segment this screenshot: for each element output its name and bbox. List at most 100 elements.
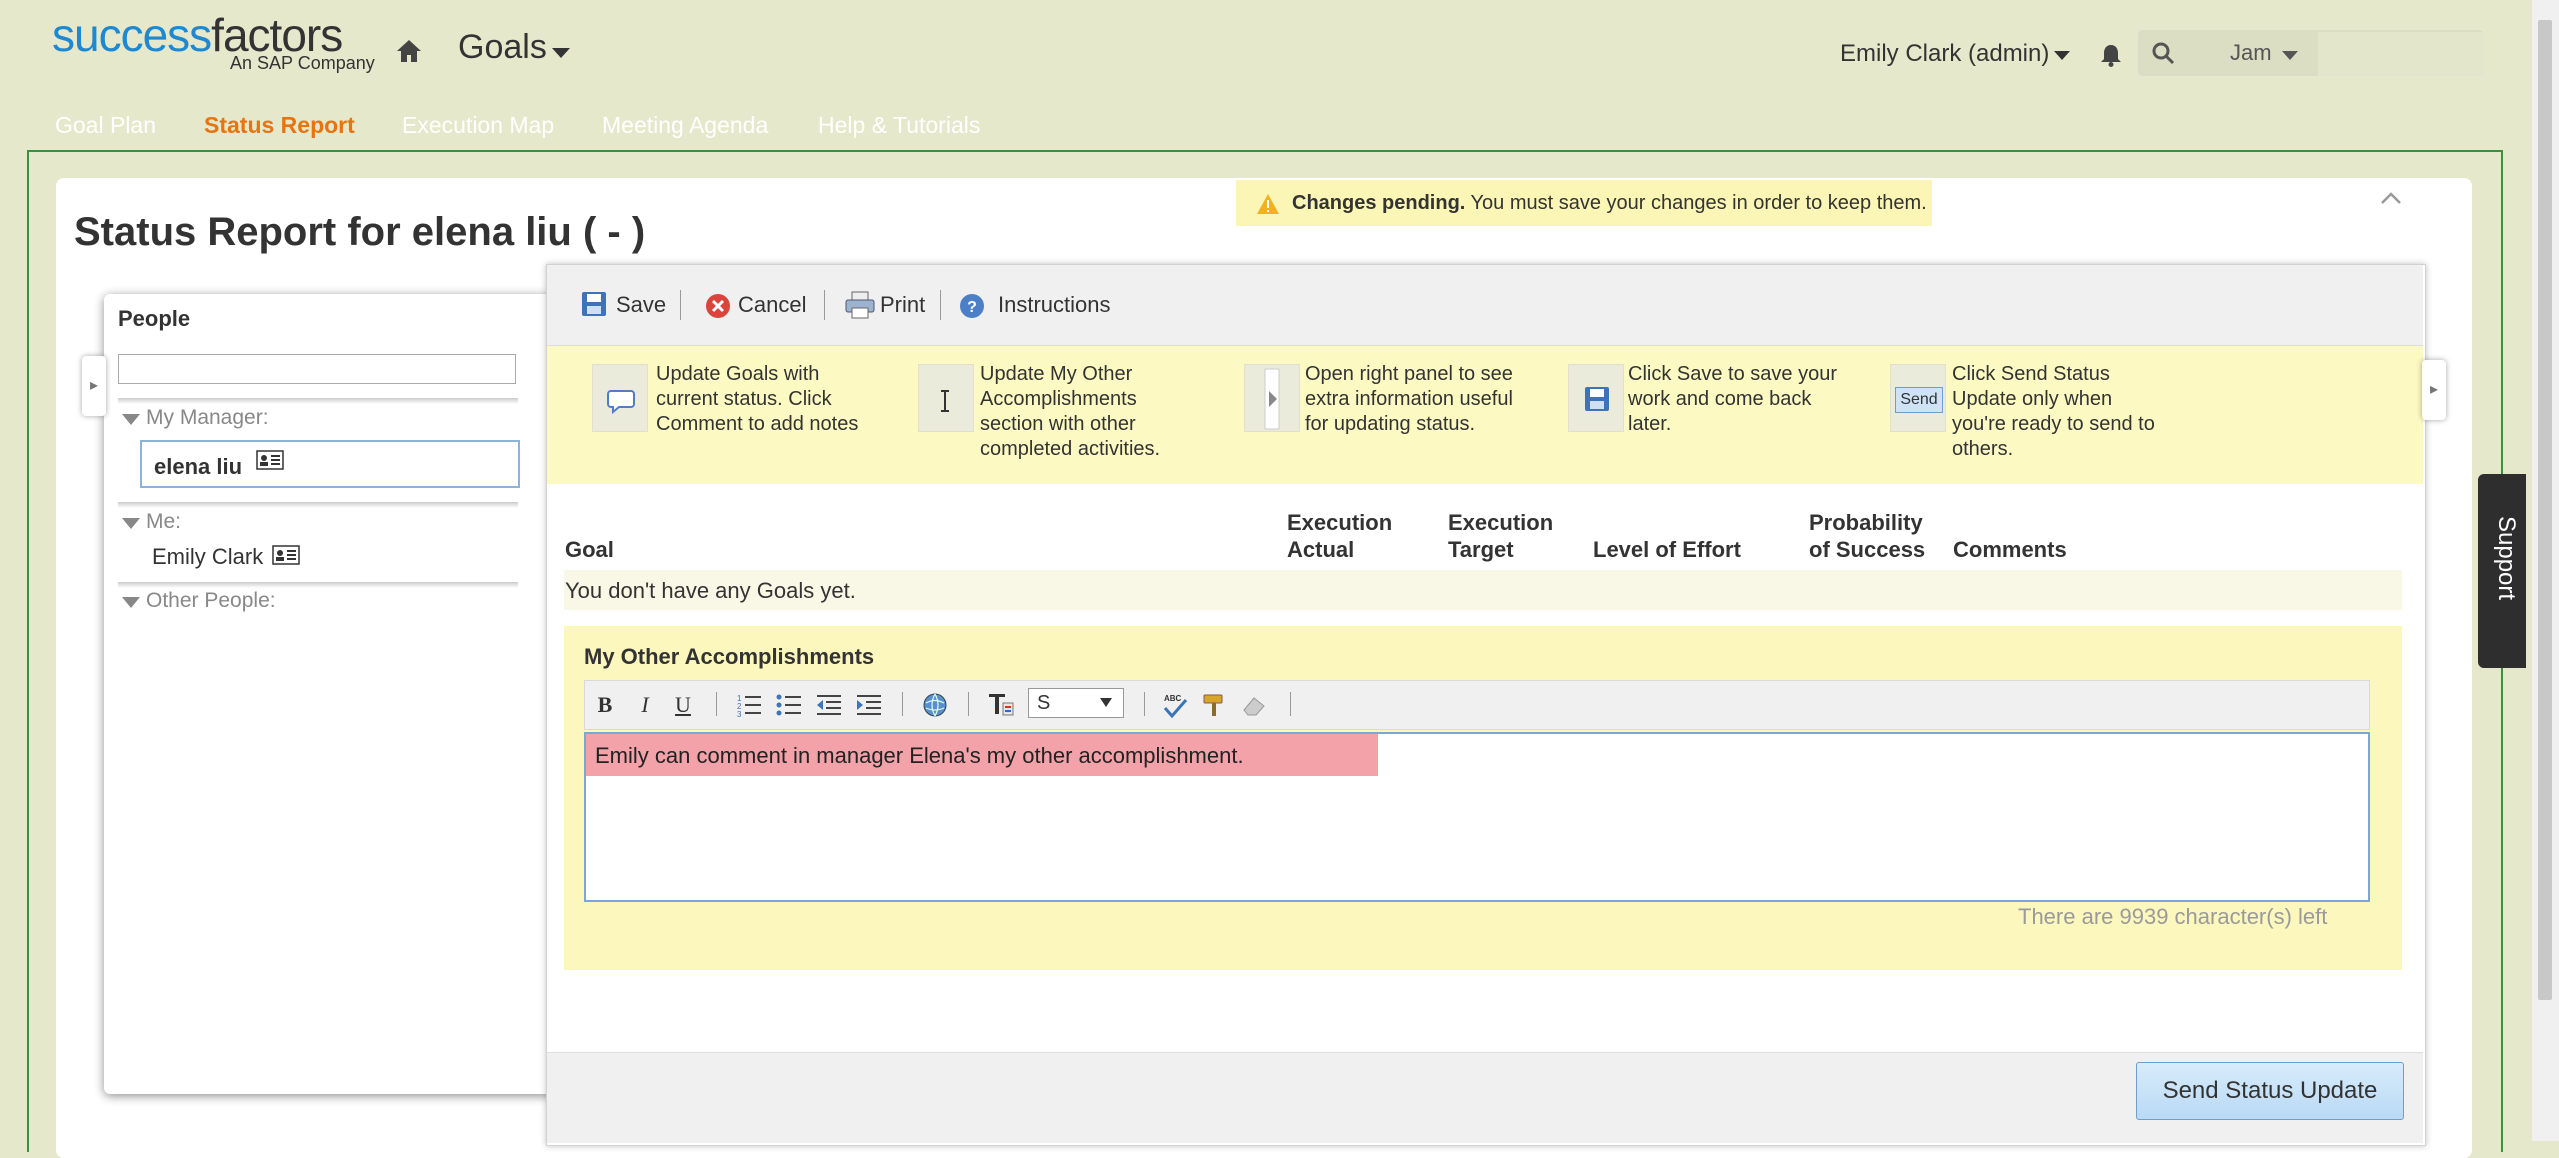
left-panel-toggle[interactable]: ▸ <box>82 356 106 416</box>
cancel-icon[interactable] <box>704 292 732 320</box>
column-probability-of-success: Probability of Success <box>1809 509 1925 563</box>
right-panel-toggle[interactable]: ▸ <box>2422 360 2446 420</box>
help-icon[interactable]: ? <box>958 292 986 320</box>
column-goal: Goal <box>565 537 614 562</box>
home-icon[interactable] <box>394 36 424 66</box>
profile-card-icon[interactable] <box>272 545 300 565</box>
send-status-update-button[interactable]: Send Status Update <box>2136 1062 2404 1120</box>
chevron-up-icon[interactable] <box>2378 188 2404 208</box>
search-icon[interactable] <box>2150 40 2176 66</box>
instruction-icon-box <box>1244 364 1300 432</box>
instruction-icon-box <box>592 364 648 432</box>
italic-button[interactable]: I <box>630 690 660 720</box>
people-search-input[interactable] <box>118 354 516 384</box>
instruction-icon-box <box>1568 364 1624 432</box>
search-input[interactable] <box>2318 32 2484 76</box>
divider <box>118 582 518 588</box>
editor-divider <box>716 692 717 716</box>
instruction-icon-box: Send <box>1890 364 1946 432</box>
right-panel-icon <box>1264 368 1280 430</box>
editor-divider <box>968 692 969 716</box>
rich-text-toolbar <box>584 680 2370 730</box>
goals-empty-message: You don't have any Goals yet. <box>565 578 856 603</box>
underline-button[interactable]: U <box>668 690 698 720</box>
page-title: Status Report for elena liu ( - ) <box>74 210 646 254</box>
scrollbar-thumb[interactable] <box>2538 20 2552 1000</box>
divider <box>118 398 518 404</box>
report-toolbar <box>547 265 2423 346</box>
group-me[interactable]: Me: <box>146 510 181 534</box>
editor-divider <box>1290 692 1291 716</box>
instruction-text: Click Save to save your work and come ba… <box>1628 363 1837 435</box>
user-menu[interactable]: Emily Clark (admin) <box>1840 40 2049 68</box>
profile-card-icon[interactable] <box>256 450 284 470</box>
column-execution-target-line1: Execution <box>1448 510 1554 535</box>
bold-button[interactable]: B <box>590 690 620 720</box>
format-painter-icon[interactable] <box>1200 690 1230 720</box>
editor-divider <box>1144 692 1145 716</box>
outdent-icon[interactable] <box>814 690 844 720</box>
chevron-down-icon[interactable] <box>2054 51 2070 60</box>
chevron-down-icon[interactable] <box>2282 51 2298 60</box>
save-button[interactable]: Save <box>616 292 666 318</box>
instruction-text: Click Send Status Update only when you'r… <box>1952 363 2155 460</box>
triangle-down-icon[interactable] <box>122 414 140 425</box>
group-other-people[interactable]: Other People: <box>146 589 276 613</box>
eraser-icon[interactable] <box>1238 690 1268 720</box>
chevron-right-icon: ▸ <box>2429 381 2439 398</box>
comment-icon <box>607 390 635 415</box>
column-execution-target-line2: Target <box>1448 537 1514 562</box>
bell-icon[interactable] <box>2098 42 2124 68</box>
chevron-down-icon[interactable] <box>552 48 570 58</box>
toolbar-divider <box>824 290 825 320</box>
print-button[interactable]: Print <box>880 292 925 318</box>
support-label: Support <box>2493 516 2520 601</box>
numbered-list-icon[interactable]: 1 2 3 <box>734 690 764 720</box>
support-tab[interactable]: Support <box>2478 474 2526 668</box>
svg-text:?: ? <box>967 299 977 316</box>
triangle-down-icon[interactable] <box>122 518 140 529</box>
app-title-goals[interactable]: Goals <box>458 28 547 67</box>
save-icon[interactable] <box>580 290 608 318</box>
divider <box>118 502 518 508</box>
text-cursor-icon <box>941 390 949 412</box>
person-name-elena[interactable]: elena liu <box>154 454 242 480</box>
person-name-emily[interactable]: Emily Clark <box>152 544 263 570</box>
group-my-manager[interactable]: My Manager: <box>146 406 269 430</box>
instruction-icon-box <box>918 364 974 432</box>
triangle-down-icon[interactable] <box>122 597 140 608</box>
column-comments: Comments <box>1953 537 2067 562</box>
column-execution-actual: Execution Actual <box>1287 509 1392 563</box>
tab-meeting-agenda[interactable]: Meeting Agenda <box>602 112 768 139</box>
tab-help-tutorials[interactable]: Help & Tutorials <box>818 112 980 139</box>
accomplishments-title: My Other Accomplishments <box>584 644 875 669</box>
column-execution-actual-line2: Actual <box>1287 537 1355 562</box>
people-title: People <box>118 306 191 331</box>
pending-bold: Changes pending. <box>1292 192 1466 214</box>
chevron-down-icon[interactable] <box>1100 698 1112 707</box>
column-execution-target: Execution Target <box>1448 509 1553 563</box>
bullet-list-icon[interactable] <box>774 690 804 720</box>
toolbar-divider <box>680 290 681 320</box>
indent-icon[interactable] <box>854 690 884 720</box>
toolbar-divider <box>940 290 941 320</box>
column-probability-line2: of Success <box>1809 537 1926 562</box>
svg-text:3: 3 <box>737 710 742 719</box>
search-scope-select[interactable]: Jam <box>2230 40 2272 66</box>
spell-check-icon[interactable]: ABC <box>1160 690 1190 720</box>
characters-left-counter: There are 9939 character(s) left <box>2018 904 2328 929</box>
tab-execution-map[interactable]: Execution Map <box>402 112 554 139</box>
print-icon[interactable] <box>844 290 876 320</box>
cancel-button[interactable]: Cancel <box>738 292 806 318</box>
logo-subtitle: An SAP Company <box>230 53 375 73</box>
tab-goal-plan[interactable]: Goal Plan <box>55 112 156 139</box>
accomplishments-text[interactable]: Emily can comment in manager Elena's my … <box>595 743 1244 769</box>
tab-status-report[interactable]: Status Report <box>204 112 355 139</box>
instruction-text: Update Goals with current status. Click … <box>656 363 859 435</box>
save-icon <box>1585 387 1609 411</box>
insert-link-icon[interactable] <box>920 690 950 720</box>
svg-text:ABC: ABC <box>1164 694 1182 703</box>
logo-text-success: success <box>52 9 212 61</box>
instructions-button[interactable]: Instructions <box>998 292 1111 318</box>
text-format-icon[interactable] <box>986 690 1016 720</box>
